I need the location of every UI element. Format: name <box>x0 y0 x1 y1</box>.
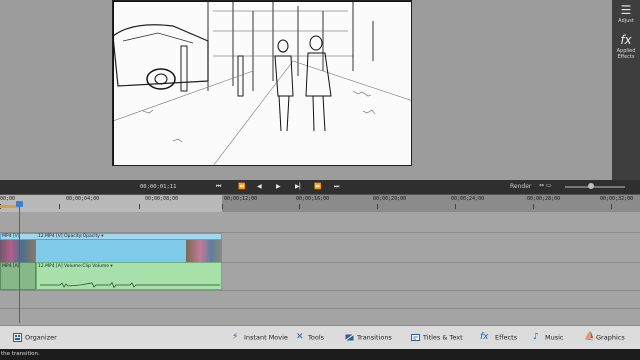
transitions-icon <box>345 334 354 341</box>
ruler-tick <box>299 204 300 209</box>
playhead-handle[interactable] <box>16 201 23 207</box>
video-clip-thumbnail[interactable] <box>186 240 222 262</box>
titles-text-button[interactable]: Titles & Text <box>411 333 463 342</box>
wrench-icon: ✕ <box>296 332 304 342</box>
ruler-tick <box>611 204 612 209</box>
ruler-label: 00;00;32;00 <box>600 196 634 202</box>
timecode-display: 00;00;01;11 <box>140 184 177 190</box>
ruler-label: 00;00;24;00 <box>451 196 485 202</box>
organizer-button[interactable]: Organizer <box>13 333 57 342</box>
ruler-label: 00;00 <box>0 196 16 202</box>
go-to-start-icon[interactable]: ⏮ <box>216 182 221 192</box>
instant-movie-label: Instant Movie <box>244 333 288 342</box>
playhead-line <box>19 205 20 323</box>
titles-text-label: Titles & Text <box>423 333 463 342</box>
transport-bar: 00;00;01;11 ⏮ ⏪ ◀ ▶ ▶▏ ⏩ ⏭ Render ⇔ ▭ <box>0 180 640 194</box>
track-divider <box>0 290 640 291</box>
instant-movie-button[interactable]: ⚡ Instant Movie <box>232 333 288 342</box>
video-preview[interactable] <box>112 0 412 166</box>
organizer-label: Organizer <box>25 333 57 342</box>
ruler-label: 00;00;12;00 <box>224 196 258 202</box>
video-clip-header[interactable]: MP4 [V] 12.MP4 [V] Opacity:Opacity ▾ <box>0 233 222 240</box>
transitions-button[interactable]: Transitions <box>345 333 392 342</box>
music-label: Music <box>545 333 564 342</box>
applied-effects-label: Applied Effects <box>616 48 636 60</box>
titles-text-icon <box>411 334 420 341</box>
ruler-label: 00;00;04;00 <box>66 196 100 202</box>
ruler-tick <box>139 204 140 209</box>
status-bar: the transition. <box>0 349 640 360</box>
music-button[interactable]: ♪ Music <box>533 333 564 342</box>
ruler-tick <box>222 204 223 209</box>
ruler-tick <box>455 204 456 209</box>
ruler-tick <box>533 204 534 209</box>
status-text: the transition. <box>1 351 40 357</box>
next-edit-icon[interactable]: ⏩ <box>314 182 321 192</box>
audio-clip[interactable]: MP4 [A] <box>0 262 36 290</box>
video-clip[interactable] <box>36 240 186 262</box>
sliders-icon: ☰ <box>620 3 632 17</box>
video-editor-window: ☰ Adjust fx Applied Effects 00;00;01;11 … <box>0 0 640 360</box>
track-divider <box>0 308 640 309</box>
graphics-button[interactable]: ⛵Graphics <box>584 333 625 342</box>
go-to-end-icon[interactable]: ⏭ <box>334 182 339 192</box>
audio-clip-b-label[interactable]: 12.MP4 [A] Volume:Clip Volume ▾ <box>38 264 113 269</box>
monitor-panel <box>0 0 612 180</box>
audio-waveform <box>40 282 220 288</box>
audio-clip-a-label: MP4 [A] <box>2 264 20 269</box>
fx-icon: fx <box>620 33 632 47</box>
lightning-icon: ⚡ <box>232 332 239 342</box>
play-icon[interactable]: ▶ <box>276 182 281 192</box>
render-button[interactable]: Render <box>510 183 531 190</box>
tools-label: Tools <box>308 333 325 342</box>
sketch-frame-image <box>113 1 411 165</box>
zoom-slider[interactable] <box>565 186 625 188</box>
video-clip-thumbnail[interactable] <box>0 240 36 262</box>
fit-timeline-icon[interactable]: ⇔ ▭ <box>539 182 552 189</box>
applied-effects-button[interactable]: fx Applied Effects <box>612 33 640 61</box>
ruler-label: 00;00;20;00 <box>373 196 407 202</box>
sailboat-icon: ⛵ <box>584 332 596 342</box>
transitions-label: Transitions <box>357 333 392 342</box>
ruler-tick <box>377 204 378 209</box>
graphics-label: Graphics <box>596 333 625 342</box>
right-panel: ☰ Adjust fx Applied Effects <box>612 0 640 180</box>
previous-edit-icon[interactable]: ⏪ <box>238 182 245 192</box>
zoom-slider-handle[interactable] <box>588 183 594 189</box>
ruler-label: 00;00;08;00 <box>145 196 179 202</box>
video-clip-b-label[interactable]: 12.MP4 [V] Opacity:Opacity ▾ <box>38 234 104 239</box>
time-ruler-unrendered[interactable] <box>222 194 640 212</box>
adjust-label: Adjust <box>618 18 634 24</box>
step-back-icon[interactable]: ◀ <box>257 182 262 192</box>
adjust-button[interactable]: ☰ Adjust <box>612 3 640 25</box>
action-bar: Organizer ⚡ Instant Movie ✕ Tools Transiti… <box>0 325 640 349</box>
video-clip-a-label: MP4 [V] <box>2 234 20 239</box>
ruler-label: 00;00;28;00 <box>527 196 561 202</box>
music-note-icon: ♪ <box>533 332 539 342</box>
tools-button[interactable]: ✕ Tools <box>296 333 324 342</box>
ruler-label: 00;00;16;00 <box>296 196 330 202</box>
effects-label: Effects <box>495 333 518 342</box>
step-forward-icon[interactable]: ▶▏ <box>295 182 304 192</box>
effects-button[interactable]: fx Effects <box>480 333 517 342</box>
ruler-tick <box>59 204 60 209</box>
organizer-icon <box>13 333 22 342</box>
fx-icon: fx <box>480 332 489 342</box>
